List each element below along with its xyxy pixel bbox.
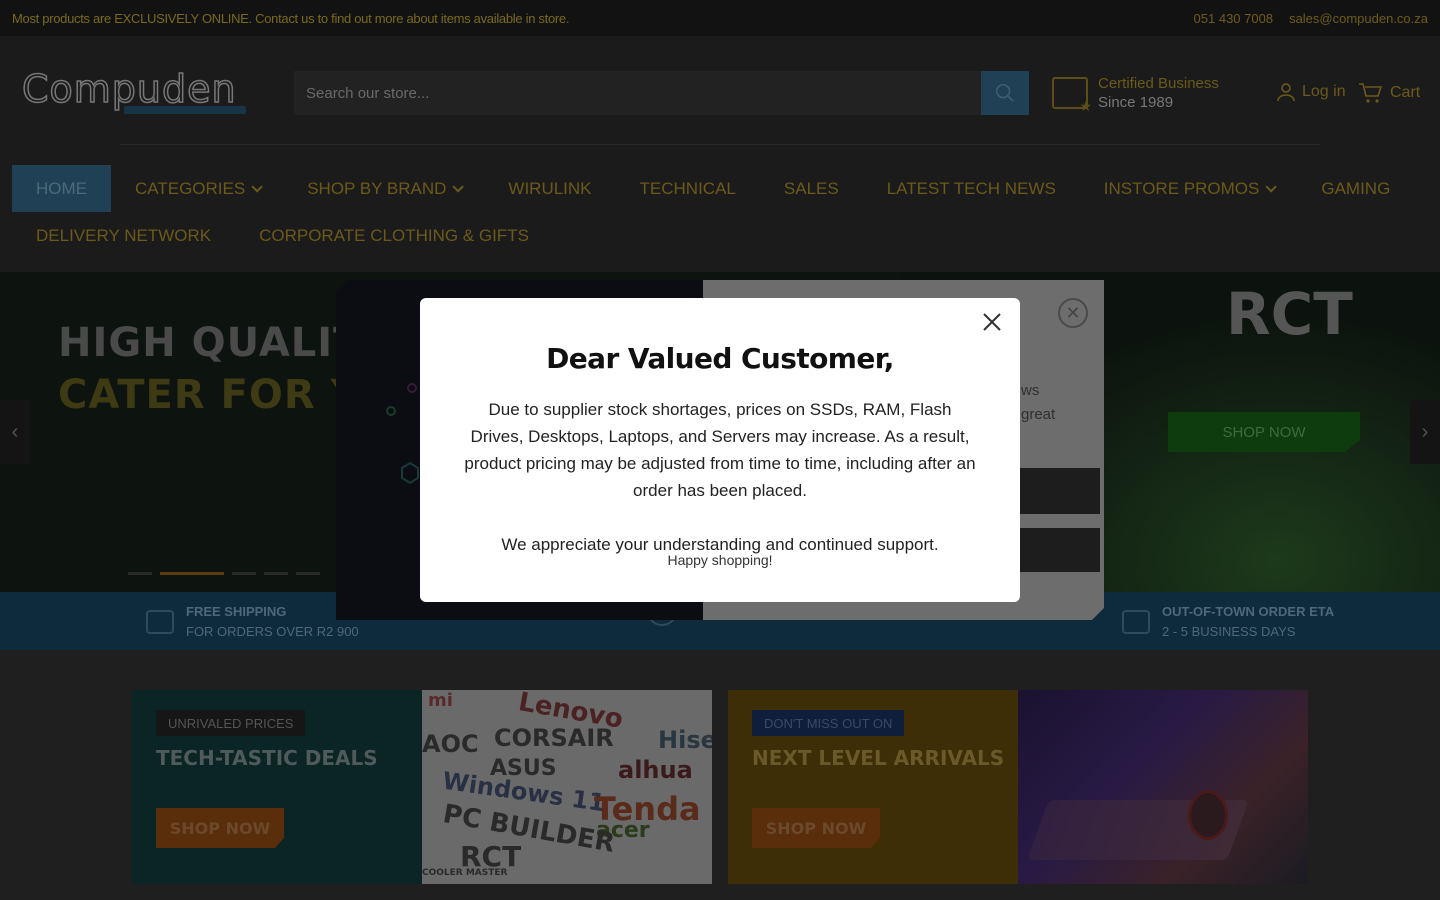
newsletter-submit-button[interactable] (1020, 528, 1100, 572)
chevron-right-icon: › (1421, 420, 1429, 443)
chevron-left-icon: ‹ (11, 420, 19, 443)
mouse-shape (1188, 790, 1228, 840)
modal-title: Dear Valued Customer, (546, 342, 894, 375)
newsletter-close-button[interactable]: ✕ (1058, 298, 1088, 328)
email-link[interactable]: sales@compuden.co.za (1289, 11, 1428, 26)
cart-label: Cart (1390, 84, 1421, 101)
gaming-setup-image (1018, 690, 1308, 884)
slider-dot[interactable] (128, 572, 152, 575)
modal-body-paragraph: Due to supplier stock shortages, prices … (464, 400, 976, 500)
chevron-down-icon (452, 180, 465, 193)
slider-dot-active[interactable] (160, 572, 224, 575)
slider-dot[interactable] (296, 572, 320, 575)
hero-brand-logo: RCT (1226, 280, 1353, 348)
chevron-down-icon (1265, 180, 1278, 193)
login-link[interactable]: Log in (1276, 82, 1346, 102)
close-icon (983, 313, 1001, 331)
promo-tile-arrivals: DON'T MISS OUT ON NEXT LEVEL ARRIVALS SH… (728, 690, 1018, 884)
nav-item-categories[interactable]: CATEGORIES (111, 165, 283, 212)
logo-text: Compuden (21, 67, 237, 111)
nav-item-instore-promos[interactable]: INSTORE PROMOS (1080, 165, 1298, 212)
newsletter-email-field[interactable] (1020, 468, 1100, 514)
newsletter-text-fragment: ws (1021, 382, 1040, 399)
modal-body: Due to supplier stock shortages, prices … (460, 396, 980, 558)
logo-tagline-bar (124, 106, 246, 114)
certificate-icon (1052, 77, 1092, 115)
tile-shop-now-button[interactable]: SHOP NOW (156, 808, 284, 848)
nav-item-corporate-clothing[interactable]: CORPORATE CLOTHING & GIFTS (235, 212, 553, 259)
perk-out-of-town-eta: OUT-OF-TOWN ORDER ETA 2 - 5 BUSINESS DAY… (1122, 602, 1334, 642)
announcement-text: Most products are EXCLUSIVELY ONLINE. Co… (12, 10, 570, 26)
nav-item-delivery-network[interactable]: DELIVERY NETWORK (12, 212, 235, 259)
slider-dot[interactable] (264, 572, 288, 575)
nav-item-home[interactable]: HOME (12, 165, 111, 212)
tile-badge: UNRIVALED PRICES (156, 710, 306, 736)
promo-tile-deals: UNRIVALED PRICES TECH-TASTIC DEALS SHOP … (132, 690, 422, 884)
nav-item-wirulink[interactable]: WIRULINK (484, 165, 615, 212)
tile-title: NEXT LEVEL ARRIVALS (752, 746, 1005, 770)
brand-wall-image: mi Lenovo CORSAIR AOC ASUS Hise alhua Wi… (422, 690, 712, 884)
login-label: Log in (1302, 83, 1346, 100)
tile-title: TECH-TASTIC DEALS (156, 746, 378, 770)
chevron-down-icon (251, 180, 263, 193)
site-header: Compuden Certified Business Since 1989 L… (0, 36, 1440, 272)
nav-item-sales[interactable]: SALES (760, 165, 863, 212)
hero-shop-now-button[interactable]: SHOP NOW (1168, 412, 1360, 452)
certified-business: Certified Business Since 1989 (1052, 74, 1219, 115)
search-input[interactable] (294, 71, 981, 115)
modal-close-button[interactable] (980, 310, 1004, 334)
notice-modal: Dear Valued Customer, Due to supplier st… (420, 298, 1020, 602)
cert-line2: Since 1989 (1098, 94, 1174, 111)
nav-item-gaming[interactable]: GAMING (1297, 165, 1414, 212)
slider-next-button[interactable]: › (1410, 400, 1440, 464)
main-nav: HOME CATEGORIES SHOP BY BRAND WIRULINK T… (12, 165, 1428, 259)
nav-item-shop-by-brand[interactable]: SHOP BY BRAND (283, 165, 484, 212)
nav-item-technical[interactable]: TECHNICAL (616, 165, 760, 212)
search-button[interactable] (981, 71, 1029, 115)
calendar-icon (1122, 610, 1150, 634)
nav-item-latest-tech-news[interactable]: LATEST TECH NEWS (863, 165, 1080, 212)
cart-icon (1359, 83, 1382, 103)
user-icon (1277, 83, 1295, 102)
search-bar (294, 71, 1029, 115)
close-icon: ✕ (1065, 302, 1081, 323)
slider-prev-button[interactable]: ‹ (0, 400, 30, 464)
truck-icon (146, 610, 174, 634)
phone-link[interactable]: 051 430 7008 (1194, 11, 1274, 26)
slider-pagination (128, 572, 320, 575)
newsletter-text-fragment: great (1021, 406, 1056, 423)
slider-dot[interactable] (232, 572, 256, 575)
tile-shop-now-button[interactable]: SHOP NOW (752, 808, 880, 848)
cart-link[interactable]: Cart (1358, 82, 1420, 104)
tile-badge: DON'T MISS OUT ON (752, 710, 905, 736)
perk-free-shipping: FREE SHIPPING FOR ORDERS OVER R2 900 (146, 602, 359, 642)
modal-note: Happy shopping! (667, 552, 773, 568)
cert-line1: Certified Business (1098, 75, 1219, 92)
header-divider (120, 144, 1320, 145)
logo[interactable]: Compuden (21, 67, 246, 116)
search-icon (995, 83, 1014, 102)
announcement-bar: Most products are EXCLUSIVELY ONLINE. Co… (0, 0, 1440, 36)
